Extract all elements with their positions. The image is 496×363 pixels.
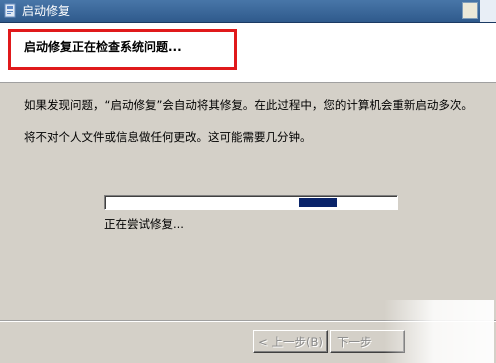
window-control-button[interactable] [462,2,478,19]
titlebar-edge [480,0,496,22]
progress-bar [104,195,398,210]
description-text: 如果发现问题，“启动修复”会自动将其修复。在此过程中，您的计算机会重新启动多次。 [24,98,473,112]
app-window-icon [4,3,18,19]
progress-bar-chunk [299,198,337,207]
title-bar[interactable]: 启动修复 [0,0,496,23]
watermark-overlay [384,300,494,363]
window-title: 启动修复 [22,4,71,18]
page-title: 启动修复正在检查系统问题... [24,40,182,54]
startup-repair-window: 启动修复 启动修复正在检查系统问题... 如果发现问题，“启动修复”会自动将其修… [0,0,496,363]
notice-text: 将不对个人文件或信息做任何更改。这可能需要几分钟。 [24,130,312,144]
progress-status-text: 正在尝试修复... [104,217,184,231]
back-button[interactable]: < 上一步(B) [253,330,328,353]
